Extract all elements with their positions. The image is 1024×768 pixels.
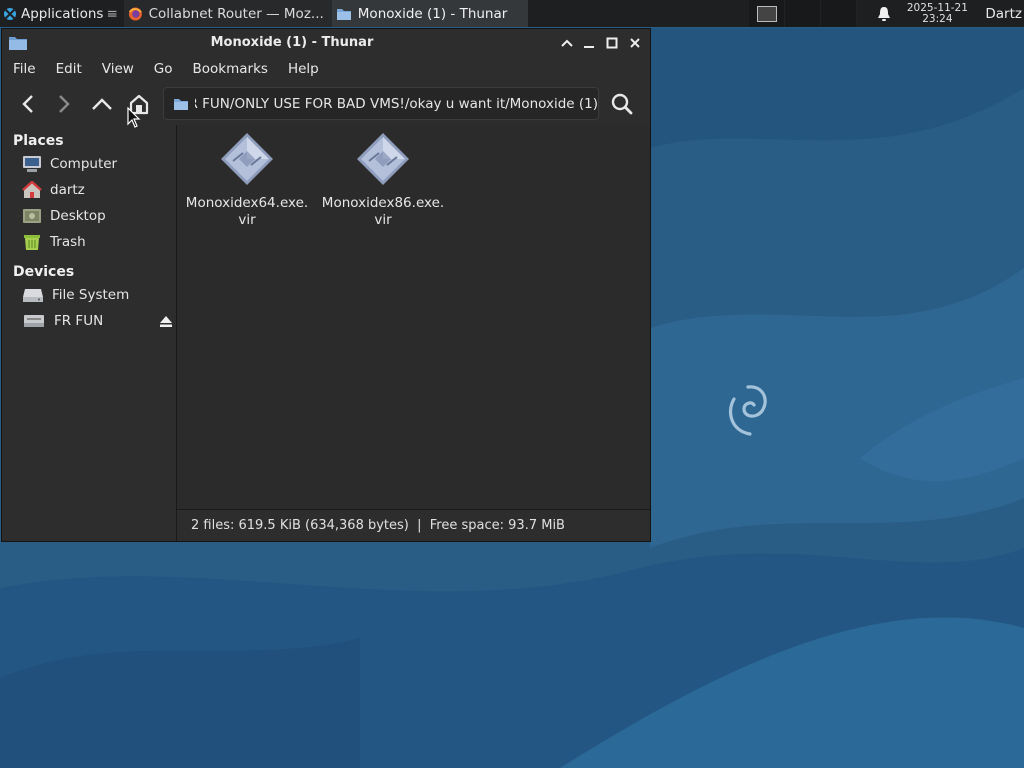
sidebar-item-filesystem[interactable]: File System: [22, 283, 129, 307]
top-panel: Applications ≡ Collabnet Router — Moz...…: [0, 0, 1024, 27]
taskbar-item-firefox[interactable]: Collabnet Router — Moz...: [123, 0, 332, 27]
sidebar-item-label: FR FUN: [54, 313, 104, 329]
firefox-icon: [128, 7, 142, 20]
executable-file-icon: [221, 133, 273, 185]
sidebar-item-label: Trash: [50, 234, 86, 250]
chevron-up-icon: [92, 98, 112, 110]
menu-separator-icon: ≡: [106, 5, 118, 22]
menu-file[interactable]: File: [2, 61, 46, 77]
minimize-button[interactable]: [580, 34, 598, 52]
maximize-button[interactable]: [603, 34, 621, 52]
taskbar-item-thunar[interactable]: Monoxide (1) - Thunar: [331, 0, 528, 27]
sidebar-header-devices: Devices: [13, 264, 75, 280]
notifications-button[interactable]: [869, 6, 899, 22]
applications-menu[interactable]: Applications ≡: [0, 0, 122, 27]
maximize-icon: [606, 37, 618, 49]
clock[interactable]: 2025-11-21 23:24: [899, 1, 975, 25]
forward-button[interactable]: [48, 88, 80, 120]
file-item[interactable]: Monoxidex86.exe.vir: [315, 131, 451, 229]
eject-button[interactable]: [159, 314, 173, 332]
sidebar-item-label: File System: [52, 287, 130, 303]
chevron-right-icon: [59, 95, 70, 113]
chevron-up-icon: [561, 39, 573, 47]
workspace-switcher[interactable]: [749, 0, 858, 27]
close-icon: [630, 38, 640, 48]
workspace-2[interactable]: [785, 0, 822, 27]
sidebar-header-places: Places: [13, 133, 64, 149]
window-body: Places Computer dartz Desktop Trash Devi…: [2, 125, 650, 541]
sidebar-item-trash[interactable]: Trash: [22, 230, 86, 254]
executable-file-icon: [357, 133, 409, 185]
desktop-icon: [23, 209, 41, 223]
file-item[interactable]: Monoxidex64.exe.vir: [179, 131, 315, 229]
taskbar-item-label: Monoxide (1) - Thunar: [357, 5, 508, 22]
menu-view[interactable]: View: [92, 61, 144, 77]
file-name: Monoxidex64.exe.vir: [185, 195, 309, 228]
sidebar-item-computer[interactable]: Computer: [22, 152, 117, 176]
thunar-window: Monoxide (1) - Thunar File Edit View Go …: [1, 28, 651, 542]
window-title: Monoxide (1) - Thunar: [210, 35, 374, 50]
minimize-icon: [584, 46, 594, 48]
menu-bookmarks[interactable]: Bookmarks: [183, 61, 278, 77]
menubar: File Edit View Go Bookmarks Help: [2, 57, 650, 81]
close-button[interactable]: [626, 34, 644, 52]
taskbar-item-label: Collabnet Router — Moz...: [148, 5, 324, 22]
clock-time: 23:24: [922, 12, 953, 25]
file-view[interactable]: Monoxidex64.exe.vir Monoxidex86.exe.vir: [177, 125, 650, 509]
clock-date: 2025-11-21: [906, 1, 968, 14]
bell-icon: [878, 6, 891, 21]
chevron-left-icon: [22, 95, 33, 113]
toolbar: R FUN/ONLY USE FOR BAD VMS!/okay u want …: [2, 83, 650, 125]
debian-logo-icon: [728, 385, 767, 436]
sidebar-item-fr-fun[interactable]: FR FUN: [22, 309, 103, 333]
location-bar[interactable]: R FUN/ONLY USE FOR BAD VMS!/okay u want …: [163, 87, 599, 120]
applications-label: Applications: [21, 5, 104, 22]
user-menu[interactable]: Dartz: [975, 6, 1024, 22]
file-name: Monoxidex86.exe.vir: [321, 195, 445, 228]
eject-icon: [160, 316, 172, 327]
workspace-3[interactable]: [821, 0, 858, 27]
sidebar-item-label: Desktop: [50, 208, 106, 224]
sidebar-item-label: dartz: [50, 182, 85, 198]
search-icon: [611, 93, 633, 115]
sidebar-item-dartz[interactable]: dartz: [22, 178, 85, 202]
menu-edit[interactable]: Edit: [46, 61, 92, 77]
folder-icon: [336, 8, 351, 20]
window-titlebar[interactable]: Monoxide (1) - Thunar: [2, 29, 650, 57]
home-folder-icon: [22, 181, 42, 198]
xfce-logo-icon: [4, 7, 16, 20]
sidebar: Places Computer dartz Desktop Trash Devi…: [2, 125, 177, 541]
trash-icon: [24, 235, 40, 250]
drive-icon: [23, 289, 43, 302]
parent-folder-button[interactable]: [86, 88, 118, 120]
status-bar: 2 files: 619.5 KiB (634,368 bytes) | Fre…: [177, 509, 650, 541]
shade-button[interactable]: [558, 34, 576, 52]
mouse-cursor-icon: [127, 107, 141, 128]
removable-drive-icon: [24, 315, 44, 327]
computer-icon: [23, 156, 41, 172]
workspace-1[interactable]: [749, 0, 786, 27]
location-path: R FUN/ONLY USE FOR BAD VMS!/okay u want …: [195, 95, 598, 112]
menu-help[interactable]: Help: [278, 61, 329, 77]
sidebar-item-label: Computer: [50, 156, 118, 172]
sidebar-item-desktop[interactable]: Desktop: [22, 204, 106, 228]
search-button[interactable]: [606, 88, 638, 120]
folder-icon: [174, 98, 188, 110]
back-button[interactable]: [12, 88, 44, 120]
menu-go[interactable]: Go: [144, 61, 183, 77]
